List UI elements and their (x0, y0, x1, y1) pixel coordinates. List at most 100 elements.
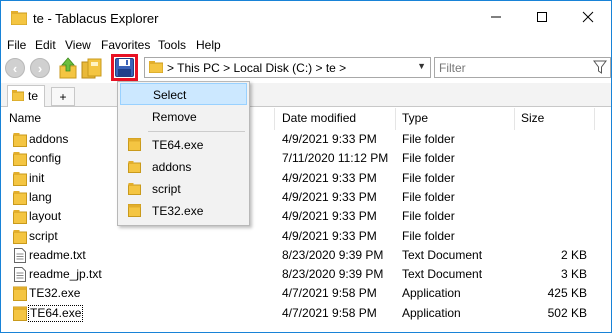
file-row[interactable]: readme_jp.txt 8/23/2020 9:39 PM Text Docum… (1, 265, 611, 284)
file-size: 425 KB (547, 286, 587, 301)
file-type: Application (402, 305, 461, 320)
file-date: 8/23/2020 9:39 PM (282, 247, 384, 262)
file-row[interactable]: lang 4/9/2021 9:33 PM File folder (1, 188, 611, 207)
file-size: 2 KB (560, 247, 587, 262)
file-date: 8/23/2020 9:39 PM (282, 267, 384, 282)
file-name: TE64.exe (27, 304, 84, 322)
menu-separator (148, 131, 245, 132)
forward-arrow-icon: › (37, 60, 43, 76)
app-icon (128, 204, 141, 217)
file-type: File folder (402, 132, 455, 146)
file-row[interactable]: config 7/11/2020 11:12 PM File folder (1, 149, 611, 168)
file-date: 4/9/2021 9:33 PM (282, 132, 377, 146)
address-dropdown-icon[interactable]: ▼ (417, 61, 426, 71)
add-tab-button[interactable]: + (51, 87, 75, 106)
up-folder-button[interactable] (58, 57, 78, 79)
menu-item-label: addons (152, 160, 192, 174)
file-name: config (29, 151, 62, 166)
menu-edit[interactable]: Edit (35, 38, 56, 52)
file-type: File folder (402, 228, 455, 243)
folders-button[interactable] (81, 57, 103, 79)
folder-icon (12, 90, 24, 101)
tab-label: te (28, 89, 39, 103)
filter-funnel-icon[interactable] (593, 60, 607, 74)
app-icon (13, 286, 27, 302)
menu-tools[interactable]: Tools (158, 38, 186, 52)
file-type: Text Document (402, 247, 483, 262)
menu-help[interactable]: Help (196, 38, 221, 52)
file-name: TE32.exe (29, 286, 81, 301)
file-size: 3 KB (560, 267, 587, 282)
forward-button[interactable]: › (30, 58, 50, 78)
save-button[interactable] (111, 54, 138, 81)
text-file-icon (14, 267, 26, 283)
file-date: 4/7/2021 9:58 PM (282, 286, 377, 301)
address-path: > This PC > Local Disk (C:) > te > (167, 61, 347, 75)
folder-icon (13, 133, 27, 147)
menu-item-remove[interactable]: Remove (120, 106, 247, 128)
text-file-icon (14, 247, 26, 263)
back-button[interactable]: ‹ (5, 58, 25, 78)
address-bar[interactable]: > This PC > Local Disk (C:) > te > ▼ (144, 57, 431, 78)
app-icon (13, 306, 27, 321)
file-name: readme.txt (29, 247, 86, 262)
column-divider[interactable] (274, 108, 275, 130)
column-header-name[interactable]: Name (9, 110, 41, 126)
file-row[interactable]: TE32.exe 4/7/2021 9:58 PM Application 425 K… (1, 284, 611, 303)
menu-favorites[interactable]: Favorites (101, 38, 150, 52)
file-row[interactable]: addons 4/9/2021 9:33 PM File folder (1, 130, 611, 149)
tab-bar: te + (1, 83, 611, 107)
filter-input[interactable]: Filter (434, 57, 611, 78)
folder-icon (11, 11, 27, 25)
minimize-button[interactable] (473, 1, 519, 33)
file-type: File folder (402, 189, 455, 204)
column-header-row: Name ^ Date modified Type Size (1, 106, 611, 130)
menu-file[interactable]: File (7, 38, 26, 52)
menu-item-te64[interactable]: TE64.exe (120, 134, 247, 156)
file-date: 4/9/2021 9:33 PM (282, 170, 377, 185)
column-header-size[interactable]: Size (521, 110, 544, 126)
menu-item-script[interactable]: script (120, 178, 247, 200)
file-row[interactable]: script 4/9/2021 9:33 PM File folder (1, 227, 611, 246)
file-date: 4/9/2021 9:33 PM (282, 228, 377, 243)
file-date: 7/11/2020 11:12 PM (282, 151, 389, 166)
file-row[interactable]: layout 4/9/2021 9:33 PM File folder (1, 207, 611, 226)
close-icon (582, 11, 594, 23)
file-name: addons (29, 132, 69, 146)
column-divider[interactable] (514, 108, 515, 130)
file-type: File folder (402, 151, 455, 166)
file-type: Text Document (402, 267, 483, 282)
title-bar[interactable]: te - Tablacus Explorer (1, 1, 611, 35)
maximize-button[interactable] (519, 1, 565, 33)
file-type: File folder (402, 170, 455, 185)
column-divider[interactable] (395, 108, 396, 130)
column-header-date[interactable]: Date modified (282, 110, 356, 126)
menu-item-select[interactable]: Select (120, 83, 247, 105)
file-row[interactable]: TE64.exe 4/7/2021 9:58 PM Application 502 K… (1, 304, 611, 323)
menu-item-te32[interactable]: TE32.exe (120, 200, 247, 222)
maximize-icon (537, 12, 547, 22)
file-row[interactable]: readme.txt 8/23/2020 9:39 PM Text Document… (1, 246, 611, 265)
floppy-disk-icon (115, 58, 134, 77)
app-icon (128, 138, 141, 151)
folder-icon (128, 183, 141, 195)
folder-icon (13, 152, 27, 167)
folder-icon (13, 229, 27, 244)
file-date: 4/9/2021 9:33 PM (282, 209, 377, 224)
file-name: readme_jp.txt (29, 267, 102, 282)
file-type: File folder (402, 209, 455, 224)
tab-te[interactable]: te (7, 85, 45, 107)
window-title: te - Tablacus Explorer (33, 11, 159, 26)
folder-icon (13, 210, 27, 225)
menu-view[interactable]: View (65, 38, 91, 52)
column-header-type[interactable]: Type (402, 110, 428, 126)
file-row[interactable]: init 4/9/2021 9:33 PM File folder (1, 169, 611, 188)
file-name: layout (29, 209, 62, 224)
folder-icon (13, 190, 27, 205)
minimize-icon (491, 16, 501, 18)
folder-tree-icon (91, 62, 98, 66)
column-divider[interactable] (594, 108, 595, 130)
file-name: script (29, 228, 58, 243)
menu-item-addons[interactable]: addons (120, 156, 247, 178)
close-button[interactable] (565, 1, 611, 33)
